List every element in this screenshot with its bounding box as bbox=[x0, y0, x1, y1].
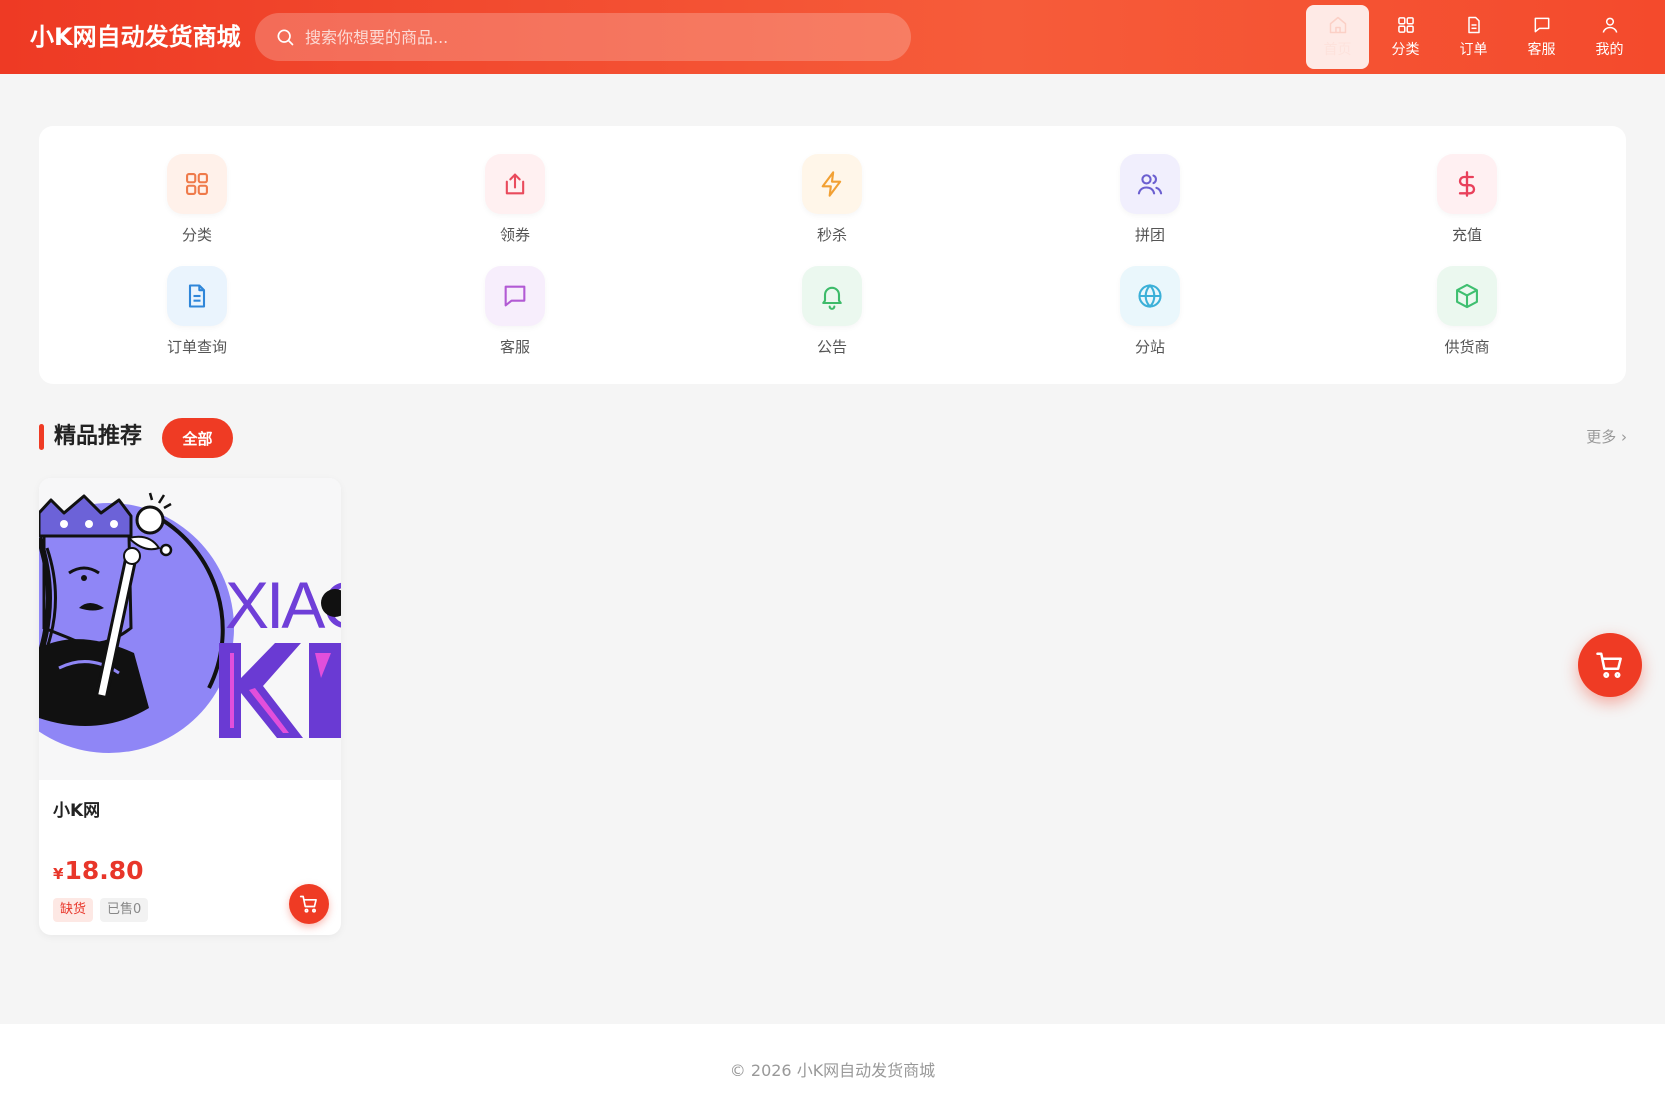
nav-item-home[interactable]: 首页 bbox=[1306, 5, 1369, 69]
quick-item-flash-sale[interactable]: 秒杀 bbox=[772, 154, 892, 254]
file-text-icon bbox=[188, 284, 206, 308]
site-logo[interactable]: 小K网自动发货商城 bbox=[30, 20, 241, 54]
home-icon bbox=[1329, 16, 1346, 34]
more-link[interactable]: 更多 › bbox=[1586, 426, 1627, 447]
add-to-cart-button[interactable] bbox=[289, 884, 329, 924]
quick-label: 客服 bbox=[499, 338, 530, 356]
section-accent-bar bbox=[39, 424, 44, 450]
quick-item-customer-service[interactable]: 客服 bbox=[455, 266, 575, 366]
product-tags: 缺货 已售0 bbox=[53, 898, 155, 922]
quick-label: 领券 bbox=[499, 226, 530, 244]
product-image[interactable]: XIAO bbox=[39, 478, 341, 780]
quick-label: 分类 bbox=[181, 226, 212, 244]
nav-label-category: 分类 bbox=[1391, 42, 1420, 58]
nav-item-service[interactable]: 客服 bbox=[1510, 5, 1573, 69]
quick-item-group-buy[interactable]: 拼团 bbox=[1090, 154, 1210, 254]
search-input[interactable] bbox=[305, 17, 885, 57]
out-of-stock-badge: 缺货 bbox=[53, 898, 94, 922]
nav-label-home: 首页 bbox=[1323, 42, 1352, 58]
all-filter-button[interactable]: 全部 bbox=[162, 418, 233, 458]
globe-icon bbox=[1138, 284, 1162, 308]
product-name[interactable]: 小K网 bbox=[53, 796, 100, 821]
quick-item-supplier[interactable]: 供货商 bbox=[1407, 266, 1527, 366]
grid-icon bbox=[186, 173, 208, 195]
quick-item-announcement[interactable]: 公告 bbox=[772, 266, 892, 366]
nav-label-service: 客服 bbox=[1527, 42, 1556, 58]
nav-label-orders: 订单 bbox=[1459, 42, 1488, 58]
bell-icon bbox=[822, 286, 842, 310]
quick-item-recharge[interactable]: 充值 bbox=[1407, 154, 1527, 254]
copyright-text: © 2026 小K网自动发货商城 bbox=[729, 1061, 936, 1080]
cart-icon bbox=[299, 895, 317, 913]
cart-icon bbox=[1596, 652, 1622, 679]
price-symbol: ¥ bbox=[53, 865, 64, 883]
lightning-icon bbox=[821, 171, 842, 197]
floating-cart-button[interactable] bbox=[1578, 633, 1642, 697]
product-card[interactable]: XIAO 小K网 ¥18.80 缺货 已售0 bbox=[39, 478, 341, 935]
quick-label: 秒杀 bbox=[816, 226, 847, 244]
quick-label: 充值 bbox=[1451, 226, 1482, 244]
quick-label: 订单查询 bbox=[166, 338, 227, 356]
search-icon bbox=[277, 29, 294, 46]
quick-label: 分站 bbox=[1134, 338, 1165, 356]
users-icon bbox=[1137, 174, 1163, 195]
message-icon bbox=[504, 285, 526, 307]
user-icon bbox=[1602, 17, 1617, 33]
section-title: 精品推荐 bbox=[54, 424, 143, 449]
product-price: ¥18.80 bbox=[53, 856, 144, 885]
footer: © 2026 小K网自动发货商城 bbox=[0, 1024, 1665, 1114]
quick-label: 拼团 bbox=[1134, 226, 1165, 244]
chat-icon bbox=[1534, 17, 1549, 33]
quick-item-category[interactable]: 分类 bbox=[137, 154, 257, 254]
price-value: 18.80 bbox=[64, 856, 144, 885]
grid-icon bbox=[1397, 17, 1414, 33]
nav-label-profile: 我的 bbox=[1595, 42, 1624, 58]
box-icon bbox=[1456, 283, 1478, 309]
quick-item-substation[interactable]: 分站 bbox=[1090, 266, 1210, 366]
document-icon bbox=[1467, 16, 1480, 34]
top-nav: 首页 分类 订单 客服 我的 bbox=[1301, 5, 1641, 69]
dollar-icon bbox=[1458, 171, 1476, 197]
search-bar[interactable] bbox=[255, 13, 911, 61]
coupon-icon bbox=[505, 173, 525, 195]
quick-label: 公告 bbox=[816, 338, 847, 356]
top-header: 小K网自动发货商城 首页 分类 订单 客服 我的 bbox=[0, 0, 1665, 74]
nav-item-orders[interactable]: 订单 bbox=[1442, 5, 1505, 69]
nav-item-profile[interactable]: 我的 bbox=[1578, 5, 1641, 69]
sold-count-badge: 已售0 bbox=[100, 898, 149, 922]
quick-label: 供货商 bbox=[1444, 338, 1490, 356]
quick-item-coupon[interactable]: 领券 bbox=[455, 154, 575, 254]
quick-item-order-query[interactable]: 订单查询 bbox=[137, 266, 257, 366]
quick-menu-card: 分类 领券 秒杀 拼团 充值 订单查询 客服 公告 分站 供货商 bbox=[39, 126, 1626, 384]
nav-item-category[interactable]: 分类 bbox=[1374, 5, 1437, 69]
